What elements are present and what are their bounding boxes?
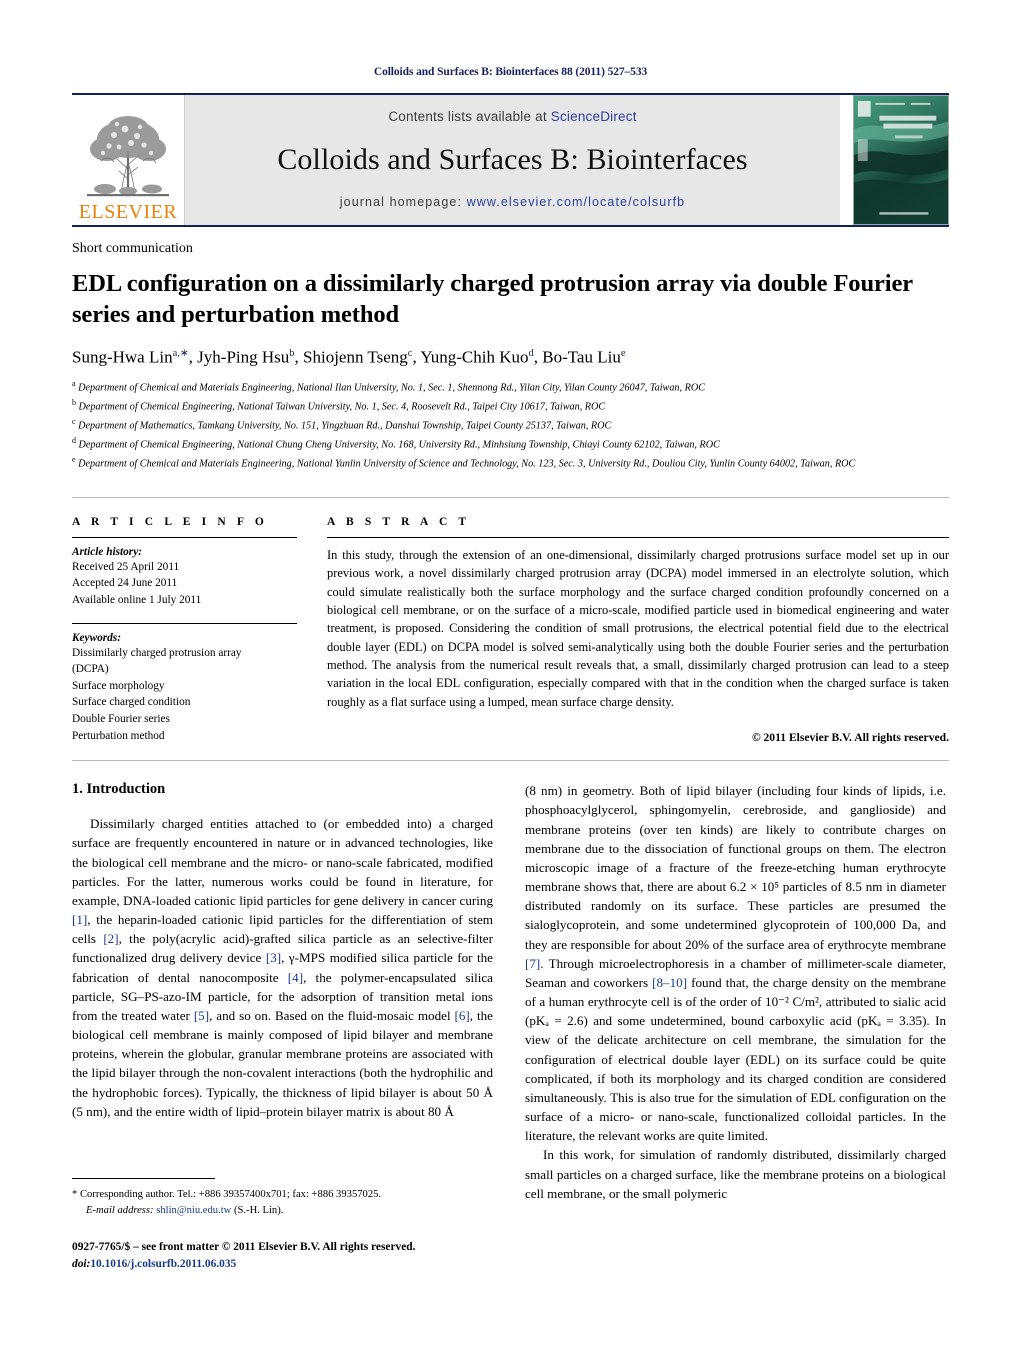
masthead-center-panel: Contents lists available at ScienceDirec… [185, 95, 840, 225]
section-heading-introduction: 1. Introduction [72, 781, 166, 798]
corresponding-author-line: * Corresponding author. Tel.: +886 39357… [72, 1187, 493, 1203]
affiliation-item: e Department of Chemical and Materials E… [72, 454, 856, 470]
journal-title: Colloids and Surfaces B: Biointerfaces [277, 143, 748, 176]
abstract-rule [327, 536, 949, 538]
footnote-area: * Corresponding author. Tel.: +886 39357… [72, 1178, 493, 1273]
author-name: Yung-Chih Kuo [420, 347, 529, 367]
elsevier-tree-icon [87, 116, 169, 197]
email-label: E-mail address: [86, 1204, 154, 1216]
affiliation-marker: b [72, 398, 76, 408]
contents-list-line: Contents lists available at ScienceDirec… [388, 109, 636, 124]
author-list: Sung-Hwa Lina,∗, Jyh-Ping Hsub, Shiojenn… [72, 347, 626, 367]
abstract-text: In this study, through the extension of … [327, 547, 949, 709]
article-history-received: Received 25 April 2011 [72, 560, 180, 573]
email-suffix: (S.-H. Lin). [231, 1204, 284, 1216]
citation-link[interactable]: [1] [72, 912, 87, 927]
masthead-bottom-rule [72, 225, 949, 227]
intro-paragraph-right-1: (8 nm) in geometry. Both of lipid bilaye… [525, 783, 946, 1144]
homepage-prefix: journal homepage: [339, 195, 467, 209]
article-history-label: Article history: [72, 545, 142, 558]
citation-link[interactable]: [5] [194, 1008, 209, 1023]
abstract-heading: A B S T R A C T [327, 515, 471, 528]
affiliation-marker: c [72, 417, 76, 427]
author-affiliation-marker: e [620, 347, 626, 359]
info-band-top-rule [72, 496, 949, 498]
author-affiliation-marker: c [407, 347, 413, 359]
article-info-heading: A R T I C L E I N F O [72, 515, 268, 528]
article-info-rule [72, 536, 297, 538]
elsevier-wordmark: ELSEVIER [78, 201, 178, 223]
keyword-item: Surface morphology [72, 679, 165, 692]
keywords-rule [72, 622, 297, 624]
elsevier-logo: ELSEVIER [72, 95, 185, 225]
keyword-item: Dissimilarly charged protrusion array [72, 646, 242, 659]
info-abstract-band: A R T I C L E I N F O Article history: R… [72, 516, 949, 744]
article-history-online: Available online 1 July 2011 [72, 594, 202, 606]
author-name: Bo-Tau Liu [542, 347, 621, 367]
abstract-copyright: © 2011 Elsevier B.V. All rights reserved… [751, 731, 949, 745]
author-name: Jyh-Ping Hsu [197, 347, 290, 367]
issn-copyright-block: 0927-7765/$ – see front matter © 2011 El… [72, 1239, 493, 1273]
doi-link[interactable]: 10.1016/j.colsurfb.2011.06.035 [90, 1258, 236, 1270]
email-line: E-mail address: shlin@niu.edu.tw (S.-H. … [72, 1203, 493, 1219]
affiliation-item: c Department of Mathematics, Tamkang Uni… [72, 417, 612, 432]
affiliation-list: a Department of Chemical and Materials E… [72, 378, 949, 473]
journal-homepage-line: journal homepage: www.elsevier.com/locat… [340, 195, 685, 209]
corresponding-author-text: Corresponding author. Tel.: +886 3935740… [77, 1189, 382, 1200]
page-title: EDL configuration on a dissimilarly char… [72, 270, 913, 329]
running-head: Colloids and Surfaces B: Biointerfaces 8… [373, 66, 648, 78]
body-column-left: 1. Introduction Dissimilarly charged ent… [72, 781, 493, 1203]
citation-link[interactable]: [7] [525, 956, 540, 971]
keyword-item: Perturbation method [72, 729, 165, 742]
article-history-accepted: Accepted 24 June 2011 [72, 577, 178, 590]
keyword-item: Double Fourier series [72, 712, 170, 725]
journal-masthead: ELSEVIER Contents lists available at Sci… [72, 93, 949, 225]
keyword-item: (DCPA) [72, 663, 109, 676]
intro-paragraph-left: Dissimilarly charged entities attached t… [72, 816, 493, 1119]
abstract-column: A B S T R A C T In this study, through t… [319, 516, 949, 744]
keyword-item: Surface charged condition [72, 696, 191, 709]
corresponding-author-note: * Corresponding author. Tel.: +886 39357… [72, 1187, 493, 1219]
affiliation-marker: a [72, 379, 76, 389]
article-info-column: A R T I C L E I N F O Article history: R… [72, 516, 319, 744]
keywords-block: Keywords: Dissimilarly charged protrusio… [72, 622, 297, 745]
email-link[interactable]: shlin@niu.edu.tw [156, 1205, 231, 1216]
cover-artwork-icon [854, 96, 948, 224]
info-band-bottom-rule [72, 760, 949, 762]
citation-link[interactable]: [8–10] [652, 975, 687, 990]
affiliation-marker: d [72, 436, 76, 445]
body-column-right: (8 nm) in geometry. Both of lipid bilaye… [525, 781, 946, 1203]
sciencedirect-link[interactable]: ScienceDirect [551, 109, 637, 124]
author-affiliation-marker: a,∗ [172, 347, 189, 359]
author-affiliation-marker: b [289, 347, 295, 359]
citation-link[interactable]: [6] [455, 1008, 470, 1023]
author-affiliation-marker: d [528, 347, 534, 359]
citation-link[interactable]: [2] [103, 931, 118, 946]
affiliation-item: b Department of Chemical Engineering, Na… [72, 398, 606, 413]
affiliation-item: d Department of Chemical Engineering, Na… [72, 436, 720, 451]
homepage-url-link[interactable]: www.elsevier.com/locate/colsurfb [467, 195, 686, 209]
paper-page: Colloids and Surfaces B: Biointerfaces 8… [0, 0, 1021, 1351]
contents-prefix: Contents lists available at [388, 109, 551, 124]
body-columns: 1. Introduction Dissimilarly charged ent… [72, 781, 949, 1203]
doi-line: doi:10.1016/j.colsurfb.2011.06.035 [72, 1256, 493, 1273]
footnote-separator-rule [72, 1178, 215, 1179]
citation-link[interactable]: [4] [288, 970, 303, 985]
affiliation-marker: e [72, 454, 76, 464]
doi-label: doi: [72, 1257, 91, 1270]
affiliation-item: a Department of Chemical and Materials E… [72, 379, 705, 394]
journal-cover-thumbnail [853, 95, 949, 225]
article-type-label: Short communication [72, 241, 193, 256]
author-name: Sung-Hwa Lin [72, 347, 173, 367]
citation-link[interactable]: [3] [266, 950, 281, 965]
intro-paragraph-right-2: In this work, for simulation of randomly… [525, 1147, 946, 1201]
keywords-label: Keywords: [72, 631, 121, 644]
issn-line: 0927-7765/$ – see front matter © 2011 El… [72, 1240, 416, 1253]
author-name: Shiojenn Tseng [303, 347, 408, 367]
